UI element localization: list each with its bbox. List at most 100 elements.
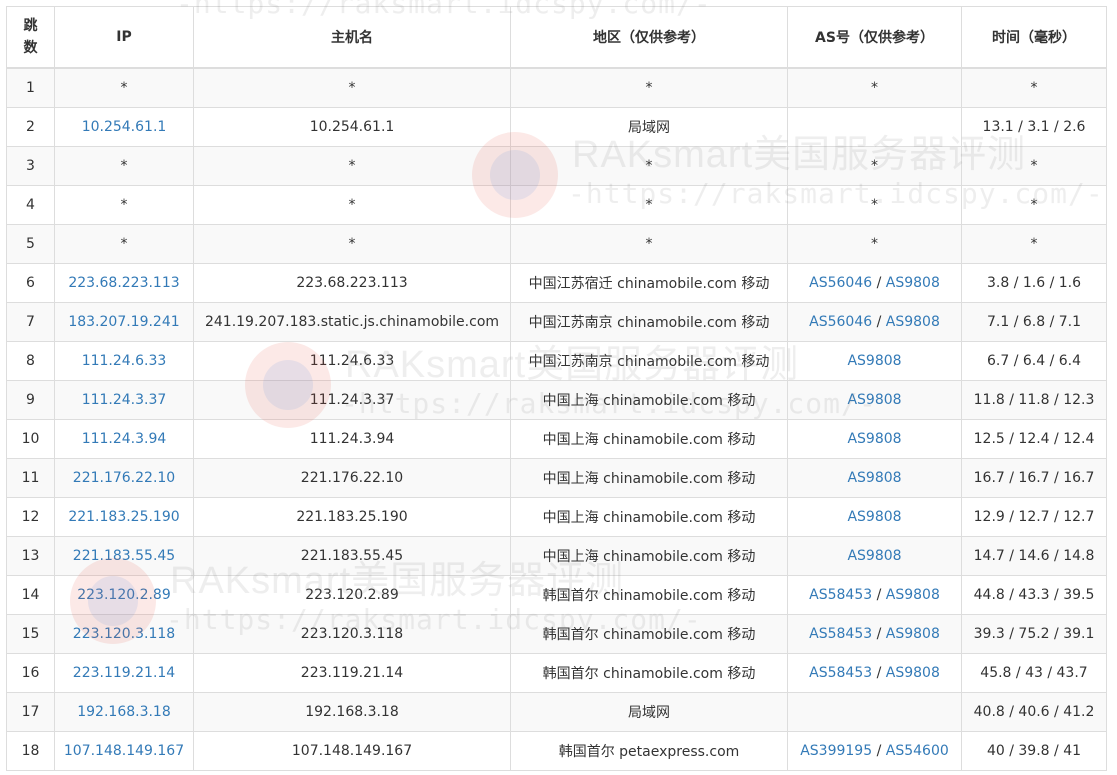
cell-ip-text[interactable]: 111.24.3.37 bbox=[82, 392, 167, 408]
cell-ip-text[interactable]: 221.183.55.45 bbox=[73, 548, 175, 564]
as-separator: / bbox=[872, 275, 886, 291]
as-link[interactable]: AS9808 bbox=[886, 314, 940, 330]
cell-time: * bbox=[961, 67, 1107, 108]
cell-region-text: 中国江苏南京 chinamobile.com 移动 bbox=[528, 315, 770, 331]
cell-time: * bbox=[961, 185, 1107, 225]
as-link[interactable]: AS9808 bbox=[847, 509, 901, 525]
header-time: 时间（毫秒） bbox=[961, 6, 1107, 69]
cell-region-text: 局域网 bbox=[628, 705, 670, 721]
as-link[interactable]: AS9808 bbox=[847, 353, 901, 369]
cell-time: 6.7 / 6.4 / 6.4 bbox=[961, 341, 1107, 381]
cell-hop-text: 18 bbox=[21, 743, 40, 759]
cell-time-text: 40.8 / 40.6 / 41.2 bbox=[973, 704, 1095, 720]
cell-as: * bbox=[787, 224, 962, 264]
cell-hostname-text: 111.24.3.37 bbox=[309, 392, 395, 408]
header-hostname: 主机名 bbox=[193, 6, 511, 69]
cell-ip: 10.254.61.1 bbox=[54, 107, 194, 147]
as-link[interactable]: AS9808 bbox=[847, 470, 901, 486]
cell-region-text: 中国上海 chinamobile.com 移动 bbox=[542, 549, 756, 565]
cell-hop-text: 16 bbox=[21, 665, 40, 681]
cell-hop-text: 1 bbox=[26, 80, 35, 96]
cell-ip-text[interactable]: 223.120.2.89 bbox=[77, 587, 171, 603]
cell-ip: 192.168.3.18 bbox=[54, 692, 194, 732]
cell-region: 韩国首尔 chinamobile.com 移动 bbox=[510, 653, 788, 693]
cell-region-text: * bbox=[645, 158, 653, 174]
cell-as: * bbox=[787, 67, 962, 108]
as-link[interactable]: AS9808 bbox=[886, 275, 940, 291]
as-link[interactable]: AS54600 bbox=[886, 743, 949, 759]
cell-hostname: * bbox=[193, 224, 511, 264]
table-row: 7 183.207.19.241 241.19.207.183.static.js.… bbox=[6, 302, 1107, 342]
cell-hostname: 223.119.21.14 bbox=[193, 653, 511, 693]
cell-time: 40 / 39.8 / 41 bbox=[961, 731, 1107, 771]
cell-ip-text[interactable]: 107.148.149.167 bbox=[64, 743, 184, 759]
header-hop-line2: 数 bbox=[23, 40, 38, 56]
cell-region: 中国上海 chinamobile.com 移动 bbox=[510, 536, 788, 576]
as-link[interactable]: AS58453 bbox=[809, 626, 872, 642]
cell-ip-text[interactable]: 223.68.223.113 bbox=[68, 275, 179, 291]
cell-hop-text: 8 bbox=[26, 353, 35, 369]
cell-as: AS9808 bbox=[787, 536, 962, 576]
cell-ip-text[interactable]: 111.24.3.94 bbox=[82, 431, 167, 447]
as-link[interactable]: AS9808 bbox=[886, 665, 940, 681]
cell-time-text: 40 / 39.8 / 41 bbox=[986, 743, 1082, 759]
table-row: 2 10.254.61.1 10.254.61.1 局域网 13.1 / 3.1 / 2… bbox=[6, 107, 1107, 147]
cell-ip: * bbox=[54, 146, 194, 186]
cell-time: 3.8 / 1.6 / 1.6 bbox=[961, 263, 1107, 303]
cell-time: 39.3 / 75.2 / 39.1 bbox=[961, 614, 1107, 654]
cell-ip: 183.207.19.241 bbox=[54, 302, 194, 342]
cell-region: 中国江苏南京 chinamobile.com 移动 bbox=[510, 302, 788, 342]
cell-ip: 111.24.3.37 bbox=[54, 380, 194, 420]
cell-hostname-text: 241.19.207.183.static.js.chinamobile.com bbox=[204, 314, 500, 330]
cell-region-text: 韩国首尔 chinamobile.com 移动 bbox=[542, 588, 756, 604]
cell-ip-text[interactable]: 223.119.21.14 bbox=[73, 665, 175, 681]
cell-hostname: * bbox=[193, 185, 511, 225]
as-link[interactable]: AS9808 bbox=[847, 548, 901, 564]
cell-hop: 12 bbox=[6, 497, 55, 537]
cell-region-text: 韩国首尔 chinamobile.com 移动 bbox=[542, 666, 756, 682]
cell-region-text: 韩国首尔 petaexpress.com bbox=[558, 744, 740, 760]
cell-hop: 1 bbox=[6, 67, 55, 108]
cell-time-text: 3.8 / 1.6 / 1.6 bbox=[986, 275, 1082, 291]
cell-hostname-text: 223.68.223.113 bbox=[296, 275, 408, 291]
cell-ip-text[interactable]: 221.176.22.10 bbox=[73, 470, 175, 486]
as-link[interactable]: AS9808 bbox=[886, 626, 940, 642]
cell-time-text: 44.8 / 43.3 / 39.5 bbox=[973, 587, 1095, 603]
cell-hostname-text: * bbox=[348, 158, 356, 174]
cell-ip-text: * bbox=[120, 80, 128, 96]
as-link[interactable]: AS58453 bbox=[809, 587, 872, 603]
cell-hostname: * bbox=[193, 67, 511, 108]
cell-hop-text: 14 bbox=[21, 587, 40, 603]
cell-hostname-text: 111.24.3.94 bbox=[309, 431, 395, 447]
cell-region: 中国江苏南京 chinamobile.com 移动 bbox=[510, 341, 788, 381]
table-row: 3 * * * * * bbox=[6, 146, 1107, 186]
table-row: 14 223.120.2.89 223.120.2.89 韩国首尔 chinamobi… bbox=[6, 575, 1107, 615]
cell-hop-text: 15 bbox=[21, 626, 40, 642]
cell-hostname: 107.148.149.167 bbox=[193, 731, 511, 771]
as-link[interactable]: AS399195 bbox=[800, 743, 872, 759]
cell-region: * bbox=[510, 185, 788, 225]
cell-region-text: 韩国首尔 chinamobile.com 移动 bbox=[542, 627, 756, 643]
cell-hop: 15 bbox=[6, 614, 55, 654]
cell-ip-text[interactable]: 111.24.6.33 bbox=[82, 353, 167, 369]
cell-hostname-text: * bbox=[348, 197, 356, 213]
cell-ip-text[interactable]: 221.183.25.190 bbox=[68, 509, 179, 525]
cell-ip-text[interactable]: 10.254.61.1 bbox=[82, 119, 167, 135]
as-link[interactable]: AS9808 bbox=[886, 587, 940, 603]
cell-region-text: * bbox=[645, 197, 653, 213]
cell-ip: * bbox=[54, 185, 194, 225]
as-link[interactable]: AS9808 bbox=[847, 431, 901, 447]
cell-as bbox=[787, 692, 962, 732]
as-link[interactable]: AS56046 bbox=[809, 275, 872, 291]
as-link[interactable]: AS58453 bbox=[809, 665, 872, 681]
as-link: * bbox=[871, 80, 878, 96]
cell-time-text: * bbox=[1030, 80, 1038, 96]
cell-ip-text[interactable]: 223.120.3.118 bbox=[73, 626, 175, 642]
cell-hostname: 223.68.223.113 bbox=[193, 263, 511, 303]
cell-time-text: 12.9 / 12.7 / 12.7 bbox=[973, 509, 1095, 525]
table-row: 16 223.119.21.14 223.119.21.14 韩国首尔 chinamo… bbox=[6, 653, 1107, 693]
cell-ip-text[interactable]: 183.207.19.241 bbox=[68, 314, 179, 330]
as-link[interactable]: AS56046 bbox=[809, 314, 872, 330]
as-link[interactable]: AS9808 bbox=[847, 392, 901, 408]
cell-ip-text[interactable]: 192.168.3.18 bbox=[77, 704, 171, 720]
